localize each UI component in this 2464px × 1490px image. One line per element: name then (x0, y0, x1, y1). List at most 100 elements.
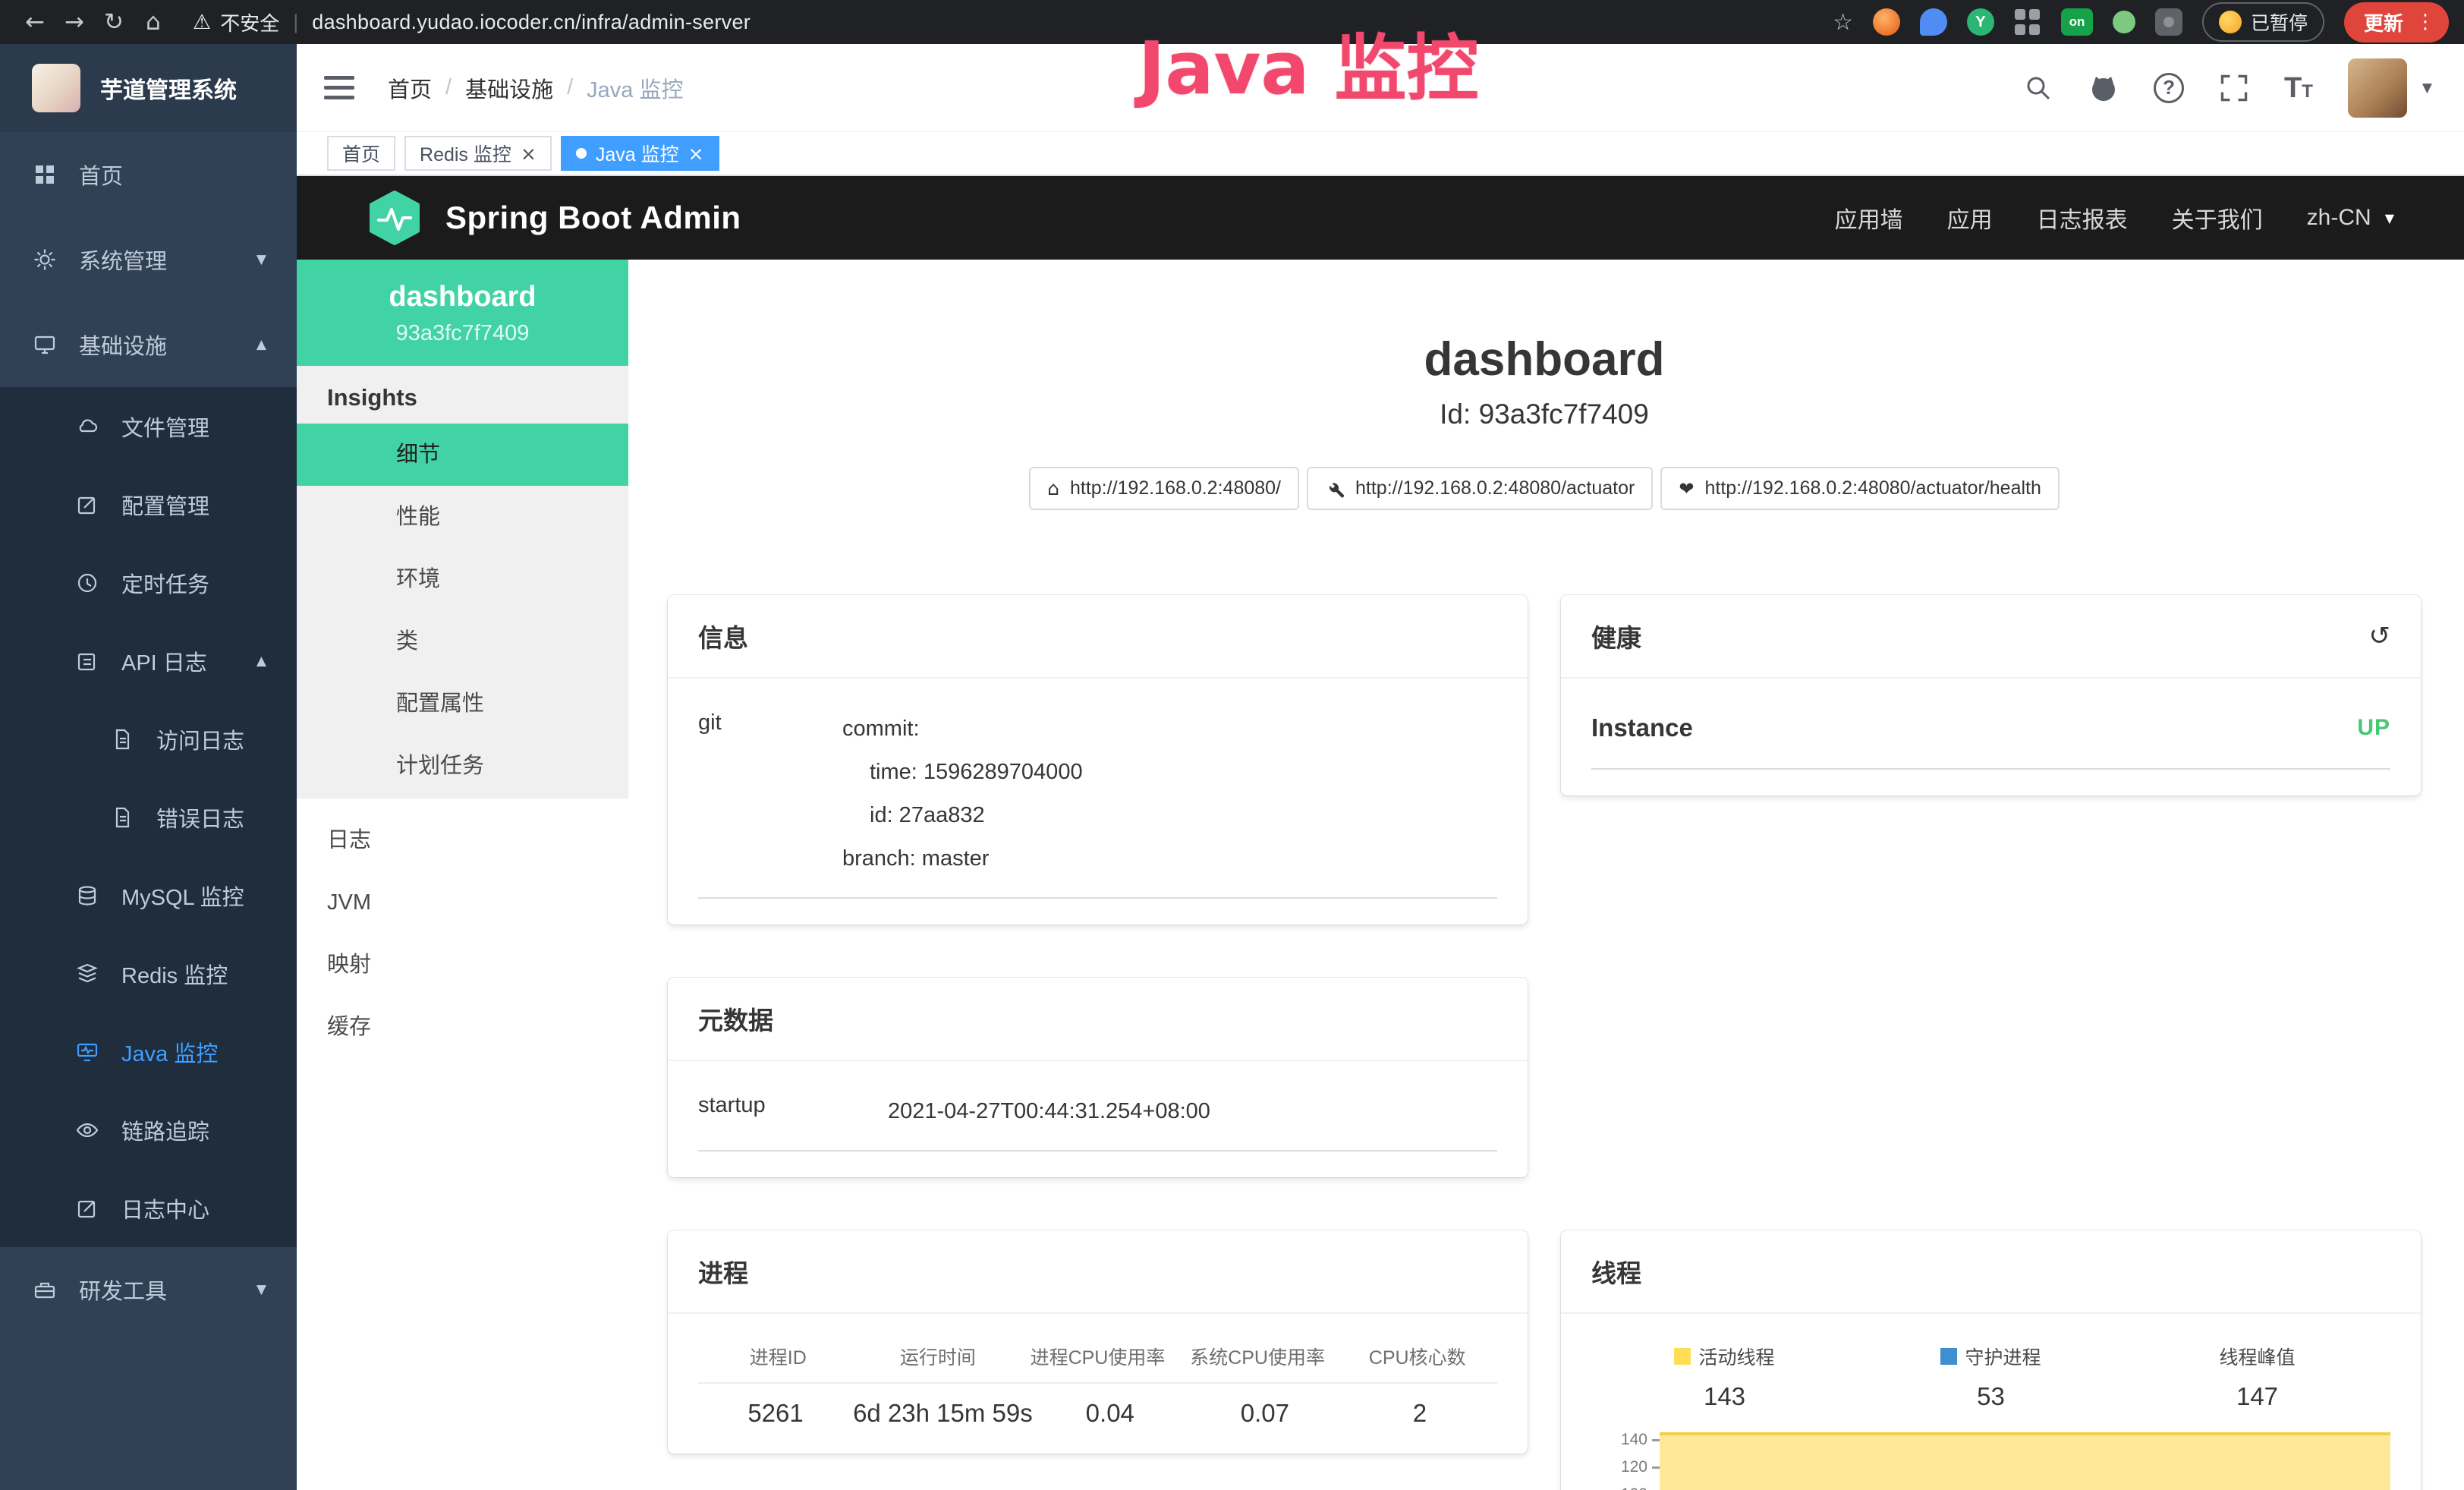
daemon-threads-value: 53 (1858, 1382, 2124, 1411)
sidebar-item-access-log[interactable]: 访问日志 (0, 700, 297, 778)
search-icon[interactable] (2023, 73, 2053, 103)
sidenav-item-metrics[interactable]: 性能 (297, 486, 628, 548)
sidebar-item-system-mgmt[interactable]: 系统管理 ▼ (0, 217, 297, 302)
cloud-icon (76, 415, 99, 438)
process-uptime-value: 6d 23h 15m 59s (853, 1399, 1033, 1428)
sidebar-menu: 首页 系统管理 ▼ 基础设施 ▲ 文件管理 (0, 132, 297, 1332)
tab-home[interactable]: 首页 (327, 136, 395, 171)
health-instance-row[interactable]: Instance UP (1591, 707, 2390, 770)
sidenav-item-beans[interactable]: 类 (297, 610, 628, 673)
actuator-url-link[interactable]: http://192.168.0.2:48080/actuator (1307, 467, 1653, 510)
sidebar-item-error-log[interactable]: 错误日志 (0, 778, 297, 856)
sidebar-item-log-center[interactable]: 日志中心 (0, 1169, 297, 1247)
help-icon[interactable]: ? (2154, 73, 2184, 103)
sidenav-item-scheduled-tasks[interactable]: 计划任务 (297, 735, 628, 797)
live-threads-value: 143 (1591, 1382, 1858, 1411)
extension-leaf-icon[interactable] (2113, 11, 2135, 33)
metadata-card: 元数据 startup 2021-04-27T00:44:31.254+08:0… (668, 978, 1528, 1177)
sidebar-item-java-monitor[interactable]: Java 监控 (0, 1013, 297, 1091)
sidenav-item-logfile[interactable]: 日志 (297, 809, 628, 871)
monitor-pulse-icon (76, 1041, 99, 1063)
font-size-icon[interactable]: TT (2284, 74, 2313, 102)
screen: ← → ↻ ⌂ ⚠ 不安全 | dashboard.yudao.iocoder.… (0, 0, 2464, 1490)
fullscreen-icon[interactable] (2219, 73, 2249, 103)
kebab-menu-icon[interactable]: ⋮ (2415, 11, 2435, 33)
address-bar[interactable]: dashboard.yudao.iocoder.cn/infra/admin-s… (312, 11, 751, 34)
info-card-title: 信息 (698, 618, 748, 654)
sba-brand[interactable]: Spring Boot Admin (367, 190, 741, 246)
sidenav-item-config-props[interactable]: 配置属性 (297, 673, 628, 735)
tabs-bar: 首页 Redis 监控 × Java 监控 × (297, 132, 2464, 176)
sidenav-item-mappings[interactable]: 映射 (297, 934, 628, 996)
profile-chip-label: 已暂停 (2251, 8, 2308, 36)
tab-redis-monitor[interactable]: Redis 监控 × (404, 136, 552, 171)
process-col-pid: 进程ID (698, 1343, 858, 1370)
app-title: 芋道管理系统 (100, 71, 237, 105)
history-icon[interactable]: ↺ (2369, 621, 2391, 651)
sidenav-item-environment[interactable]: 环境 (297, 548, 628, 610)
sba-nav-journal[interactable]: 日志报表 (2037, 201, 2128, 235)
sba-sidenav: dashboard 93a3fc7f7409 Insights 细节 性能 环境… (297, 260, 628, 1490)
breadcrumb-infrastructure[interactable]: 基础设施 (465, 72, 553, 104)
sidenav-item-jvm[interactable]: JVM (297, 871, 628, 934)
sba-nav-applications[interactable]: 应用 (1947, 201, 1993, 235)
breadcrumb-home[interactable]: 首页 (388, 72, 432, 104)
toolbox-icon (33, 1278, 56, 1301)
sidebar-item-redis-monitor[interactable]: Redis 监控 (0, 934, 297, 1013)
threads-legend: 活动线程 143 守护进程 (1591, 1343, 2390, 1411)
sidebar-item-config-mgmt[interactable]: 配置管理 (0, 465, 297, 543)
sidebar-item-scheduled-jobs[interactable]: 定时任务 (0, 543, 297, 622)
bookmark-star-icon[interactable]: ☆ (1833, 9, 1853, 36)
process-cores-value: 2 (1342, 1399, 1497, 1428)
sba-nav-about[interactable]: 关于我们 (2172, 201, 2263, 235)
sidebar-item-infrastructure[interactable]: 基础设施 ▲ (0, 302, 297, 387)
forward-icon[interactable]: → (55, 8, 94, 36)
hamburger-icon[interactable] (324, 76, 354, 99)
sba-nav-wallboard[interactable]: 应用墙 (1835, 201, 1903, 235)
home-link-icon: ⌂ (1047, 477, 1059, 499)
instance-header[interactable]: dashboard 93a3fc7f7409 (297, 260, 628, 366)
update-button[interactable]: 更新 ⋮ (2344, 2, 2449, 43)
extension-y-icon[interactable]: Y (1967, 8, 1994, 36)
insights-group-label: Insights (297, 366, 628, 424)
security-indicator[interactable]: ⚠ 不安全 (193, 8, 279, 36)
sba-locale-select[interactable]: zh-CN (2307, 205, 2371, 231)
sidebar-item-api-logs[interactable]: API 日志 ▲ (0, 622, 297, 700)
back-icon[interactable]: ← (15, 8, 55, 36)
service-url-link[interactable]: ⌂ http://192.168.0.2:48080/ (1029, 467, 1299, 510)
sidebar-item-dev-tools[interactable]: 研发工具 ▼ (0, 1247, 297, 1332)
process-col-proc-cpu: 进程CPU使用率 (1018, 1343, 1178, 1370)
heart-icon: ❤ (1679, 478, 1694, 499)
extension-on-badge[interactable]: on (2061, 8, 2093, 36)
process-col-cores: CPU核心数 (1337, 1343, 1497, 1370)
git-info-row: git commit: time: 1596289704000 id: 27aa… (698, 707, 1497, 899)
browser-home-icon[interactable]: ⌂ (134, 8, 173, 36)
profile-chip[interactable]: 已暂停 (2202, 2, 2324, 42)
threads-chart-plot (1660, 1431, 2390, 1490)
health-url-link[interactable]: ❤ http://192.168.0.2:48080/actuator/heal… (1660, 467, 2060, 510)
edit-icon (76, 493, 99, 516)
user-avatar[interactable] (2348, 58, 2407, 118)
sidebar-submenu-infrastructure: 文件管理 配置管理 定时任务 API 日志 ▲ (0, 387, 297, 1247)
close-icon[interactable]: × (521, 143, 537, 165)
insights-group: Insights 细节 性能 环境 类 配置属性 计划任务 (297, 366, 628, 799)
extension-puzzle-icon[interactable] (2155, 8, 2182, 36)
extension-drop-icon[interactable] (1920, 8, 1947, 36)
sidebar-item-home[interactable]: 首页 (0, 132, 297, 217)
gear-icon (33, 248, 56, 271)
close-icon[interactable]: × (688, 143, 704, 165)
extension-fox-icon[interactable] (1873, 8, 1900, 36)
sidebar-item-file-mgmt[interactable]: 文件管理 (0, 387, 297, 465)
extension-grid-icon[interactable] (2014, 8, 2041, 36)
tab-java-monitor[interactable]: Java 监控 × (561, 136, 719, 171)
sba-content: dashboard Id: 93a3fc7f7409 ⌂ http://192.… (628, 260, 2464, 1490)
reload-icon[interactable]: ↻ (94, 8, 134, 36)
sidebar-item-tracing[interactable]: 链路追踪 (0, 1091, 297, 1169)
process-card: 进程 进程ID 运行时间 进程CPU使用率 (668, 1230, 1528, 1454)
git-commit-id: id: 27aa832 (842, 794, 1083, 837)
sidenav-item-details[interactable]: 细节 (297, 424, 628, 486)
sidebar-item-mysql-monitor[interactable]: MySQL 监控 (0, 856, 297, 934)
sidenav-item-caches[interactable]: 缓存 (297, 996, 628, 1058)
github-icon[interactable] (2088, 73, 2119, 103)
threads-card: 线程 活动线程 (1561, 1230, 2421, 1490)
